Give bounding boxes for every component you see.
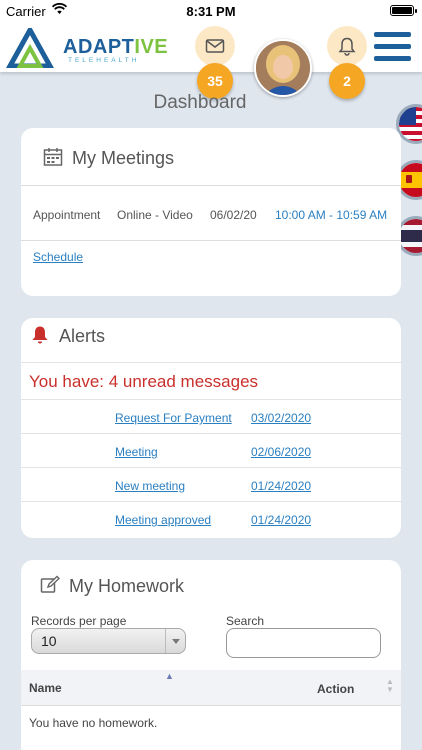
schedule-link[interactable]: Schedule xyxy=(33,250,83,264)
records-per-page-value: 10 xyxy=(41,633,57,649)
alert-item[interactable]: Meeting 02/06/2020 xyxy=(21,433,401,467)
alert-item-date[interactable]: 01/24/2020 xyxy=(251,513,311,527)
divider xyxy=(21,362,401,363)
notifications-button[interactable] xyxy=(327,26,367,66)
homework-table-header: Name ▲ Action ▲ ▼ xyxy=(21,670,401,706)
alerts-card: Alerts You have: 4 unread messages Reque… xyxy=(21,318,401,538)
empty-table-message: You have no homework. xyxy=(29,716,158,730)
meetings-title: My Meetings xyxy=(72,148,175,168)
adaptive-logo[interactable]: ADAPTIVE TELEHEALTH xyxy=(6,26,176,70)
meeting-date: 06/02/20 xyxy=(210,208,257,222)
envelope-icon xyxy=(205,39,225,53)
menu-line xyxy=(374,56,411,61)
alert-item[interactable]: New meeting 01/24/2020 xyxy=(21,467,401,501)
mail-button[interactable] xyxy=(195,26,235,66)
alert-item-label[interactable]: Meeting xyxy=(115,445,158,459)
unread-messages-alert: You have: 4 unread messages xyxy=(29,372,259,391)
alert-item-label[interactable]: New meeting xyxy=(115,479,185,493)
edit-icon xyxy=(40,575,60,593)
homework-card: My Homework Records per page 10 Search N… xyxy=(21,560,401,750)
meeting-type: Appointment xyxy=(33,208,101,222)
thailand-flag-icon xyxy=(399,219,422,253)
alert-item[interactable]: Request For Payment 03/02/2020 xyxy=(21,399,401,433)
alert-item[interactable]: Meeting approved 01/24/2020 xyxy=(21,501,401,535)
alert-item-date[interactable]: 02/06/2020 xyxy=(251,445,311,459)
search-label: Search xyxy=(226,614,265,628)
chevron-down-icon xyxy=(165,629,185,653)
search-input[interactable] xyxy=(226,628,381,658)
page-title: Dashboard xyxy=(153,92,247,113)
meeting-row[interactable]: Appointment Online - Video 06/02/20 10:0… xyxy=(21,185,401,241)
column-header-name[interactable]: Name xyxy=(29,681,62,695)
us-flag-icon xyxy=(399,107,422,141)
spain-flag-icon xyxy=(399,163,422,197)
sort-ascending-icon: ▲ xyxy=(165,671,174,681)
status-bar: Carrier 8:31 PM xyxy=(0,0,422,22)
records-per-page-label: Records per page xyxy=(31,614,127,628)
menu-line xyxy=(374,44,411,49)
alert-item-date[interactable]: 01/24/2020 xyxy=(251,479,311,493)
user-avatar[interactable] xyxy=(254,39,312,97)
meeting-mode: Online - Video xyxy=(117,208,193,222)
records-per-page-select[interactable]: 10 xyxy=(31,628,186,654)
logo-subtitle: TELEHEALTH xyxy=(68,57,140,64)
meeting-time: 10:00 AM - 10:59 AM xyxy=(275,208,388,222)
alert-item-label[interactable]: Request For Payment xyxy=(115,411,232,425)
menu-line xyxy=(374,32,411,37)
alert-item-date[interactable]: 03/02/2020 xyxy=(251,411,311,425)
alert-item-label[interactable]: Meeting approved xyxy=(115,513,211,527)
homework-title: My Homework xyxy=(69,576,185,596)
bell-icon xyxy=(338,37,356,56)
logo-wordmark: ADAPTIVE xyxy=(63,36,169,58)
bell-icon xyxy=(32,326,48,344)
meetings-card: My Meetings Appointment Online - Video 0… xyxy=(21,128,401,296)
menu-button[interactable] xyxy=(374,32,411,62)
clock: 8:31 PM xyxy=(186,4,236,19)
logo-mark-icon xyxy=(6,28,54,68)
profile-photo xyxy=(256,41,310,95)
calendar-icon xyxy=(43,148,63,166)
alerts-title: Alerts xyxy=(59,326,106,346)
battery-icon xyxy=(390,5,417,16)
sort-both-icon: ▲ ▼ xyxy=(386,677,394,694)
column-header-action[interactable]: Action xyxy=(317,682,354,696)
